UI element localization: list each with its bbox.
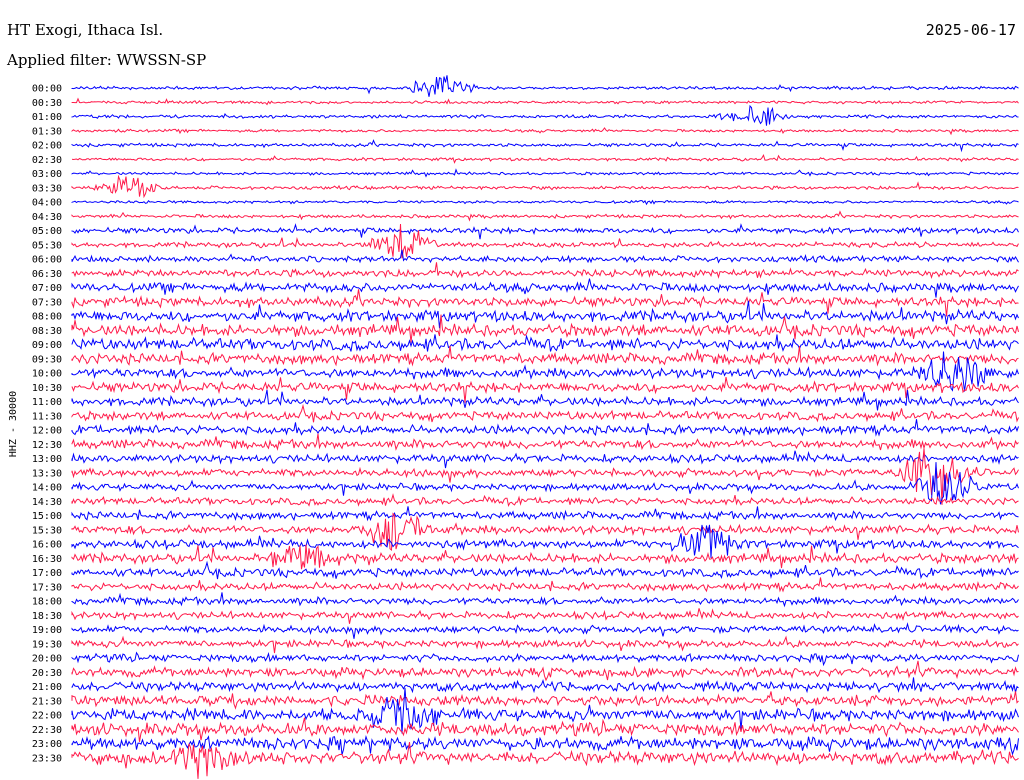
tick-label: 12:00 xyxy=(32,426,62,437)
tick-label: 14:00 xyxy=(32,483,62,494)
trace-line xyxy=(71,560,1019,580)
tick-label: 08:00 xyxy=(32,312,62,323)
trace-line xyxy=(71,278,1019,298)
tick-label: 19:00 xyxy=(32,625,62,636)
tick-label: 19:30 xyxy=(32,639,62,650)
channel-label: HHZ - 30000 xyxy=(8,391,19,457)
tick-label: 12:30 xyxy=(32,440,62,451)
trace-line xyxy=(71,687,1019,734)
trace-group xyxy=(71,75,1019,779)
tick-label: 17:30 xyxy=(32,582,62,593)
tick-label: 03:30 xyxy=(32,183,62,194)
trace-line xyxy=(71,249,1019,264)
tick-label: 13:30 xyxy=(32,468,62,479)
tick-label: 04:30 xyxy=(32,212,62,223)
trace-line xyxy=(71,199,1019,206)
trace-line xyxy=(71,735,1019,756)
trace-line xyxy=(71,691,1019,710)
tick-label: 00:00 xyxy=(32,84,62,95)
trace-line xyxy=(71,403,1019,423)
tick-label: 18:30 xyxy=(32,611,62,622)
trace-line xyxy=(71,660,1019,682)
tick-label: 14:30 xyxy=(32,497,62,508)
tick-label: 11:30 xyxy=(32,411,62,422)
trace-line xyxy=(71,635,1019,654)
tick-label: 06:30 xyxy=(32,269,62,280)
trace-line xyxy=(71,592,1019,608)
tick-label: 00:30 xyxy=(32,98,62,109)
trace-line xyxy=(71,389,1019,411)
tick-label: 01:00 xyxy=(32,112,62,123)
trace-line xyxy=(71,139,1019,153)
trace-line xyxy=(71,97,1019,106)
trace-line xyxy=(71,717,1019,742)
trace-line xyxy=(71,493,1019,508)
trace-line xyxy=(71,223,1019,240)
trace-line xyxy=(71,127,1019,136)
tick-label: 23:30 xyxy=(32,753,62,764)
tick-label: 02:30 xyxy=(32,155,62,166)
tick-label: 02:00 xyxy=(32,141,62,152)
tick-label: 20:30 xyxy=(32,668,62,679)
tick-label: 23:00 xyxy=(32,739,62,750)
tick-label: 07:00 xyxy=(32,283,62,294)
trace-line xyxy=(71,450,1019,469)
tick-label: 21:00 xyxy=(32,682,62,693)
tick-label: 10:30 xyxy=(32,383,62,394)
trace-line xyxy=(71,419,1019,437)
tick-label: 16:30 xyxy=(32,554,62,565)
tick-label: 10:00 xyxy=(32,369,62,380)
trace-line xyxy=(71,577,1019,593)
trace-line xyxy=(71,677,1019,694)
trace-line xyxy=(71,608,1019,624)
tick-label: 07:30 xyxy=(32,297,62,308)
trace-line xyxy=(71,506,1019,522)
trace-line xyxy=(71,210,1019,222)
trace-line xyxy=(71,223,1019,259)
tick-label: 01:30 xyxy=(32,126,62,137)
tick-label: 09:00 xyxy=(32,340,62,351)
tick-label: 22:00 xyxy=(32,711,62,722)
tick-label: 09:30 xyxy=(32,354,62,365)
tick-label: 08:30 xyxy=(32,326,62,337)
tick-label: 04:00 xyxy=(32,198,62,209)
trace-line xyxy=(71,174,1019,199)
trace-line xyxy=(71,376,1019,403)
trace-line xyxy=(71,651,1019,667)
trace-line xyxy=(71,462,1019,505)
tick-label-group: 00:00 00:30 01:00 01:30 02:00 02:30 03:00 03:30… xyxy=(32,84,62,765)
trace-line xyxy=(71,75,1019,97)
tick-label: 03:00 xyxy=(32,169,62,180)
tick-label: 15:30 xyxy=(32,525,62,536)
trace-line xyxy=(71,345,1019,367)
tick-label: 18:00 xyxy=(32,597,62,608)
tick-label: 05:00 xyxy=(32,226,62,237)
trace-line xyxy=(71,262,1019,280)
trace-line xyxy=(71,433,1019,451)
trace-line xyxy=(71,104,1019,126)
tick-label: 17:00 xyxy=(32,568,62,579)
tick-label: 20:00 xyxy=(32,654,62,665)
tick-label: 22:30 xyxy=(32,725,62,736)
tick-label: 06:00 xyxy=(32,255,62,266)
trace-line xyxy=(71,544,1019,570)
tick-label: 15:00 xyxy=(32,511,62,522)
helicorder-plot: 00:00 00:30 01:00 01:30 02:00 02:30 03:00 03:30… xyxy=(8,75,1019,779)
tick-label: 13:00 xyxy=(32,454,62,465)
trace-line xyxy=(71,153,1019,164)
trace-line xyxy=(71,334,1019,352)
trace-line xyxy=(71,622,1019,639)
tick-label: 16:00 xyxy=(32,540,62,551)
trace-line xyxy=(71,168,1019,178)
tick-label: 05:30 xyxy=(32,240,62,251)
tick-label: 11:00 xyxy=(32,397,62,408)
trace-line xyxy=(71,742,1019,779)
tick-label: 21:30 xyxy=(32,696,62,707)
